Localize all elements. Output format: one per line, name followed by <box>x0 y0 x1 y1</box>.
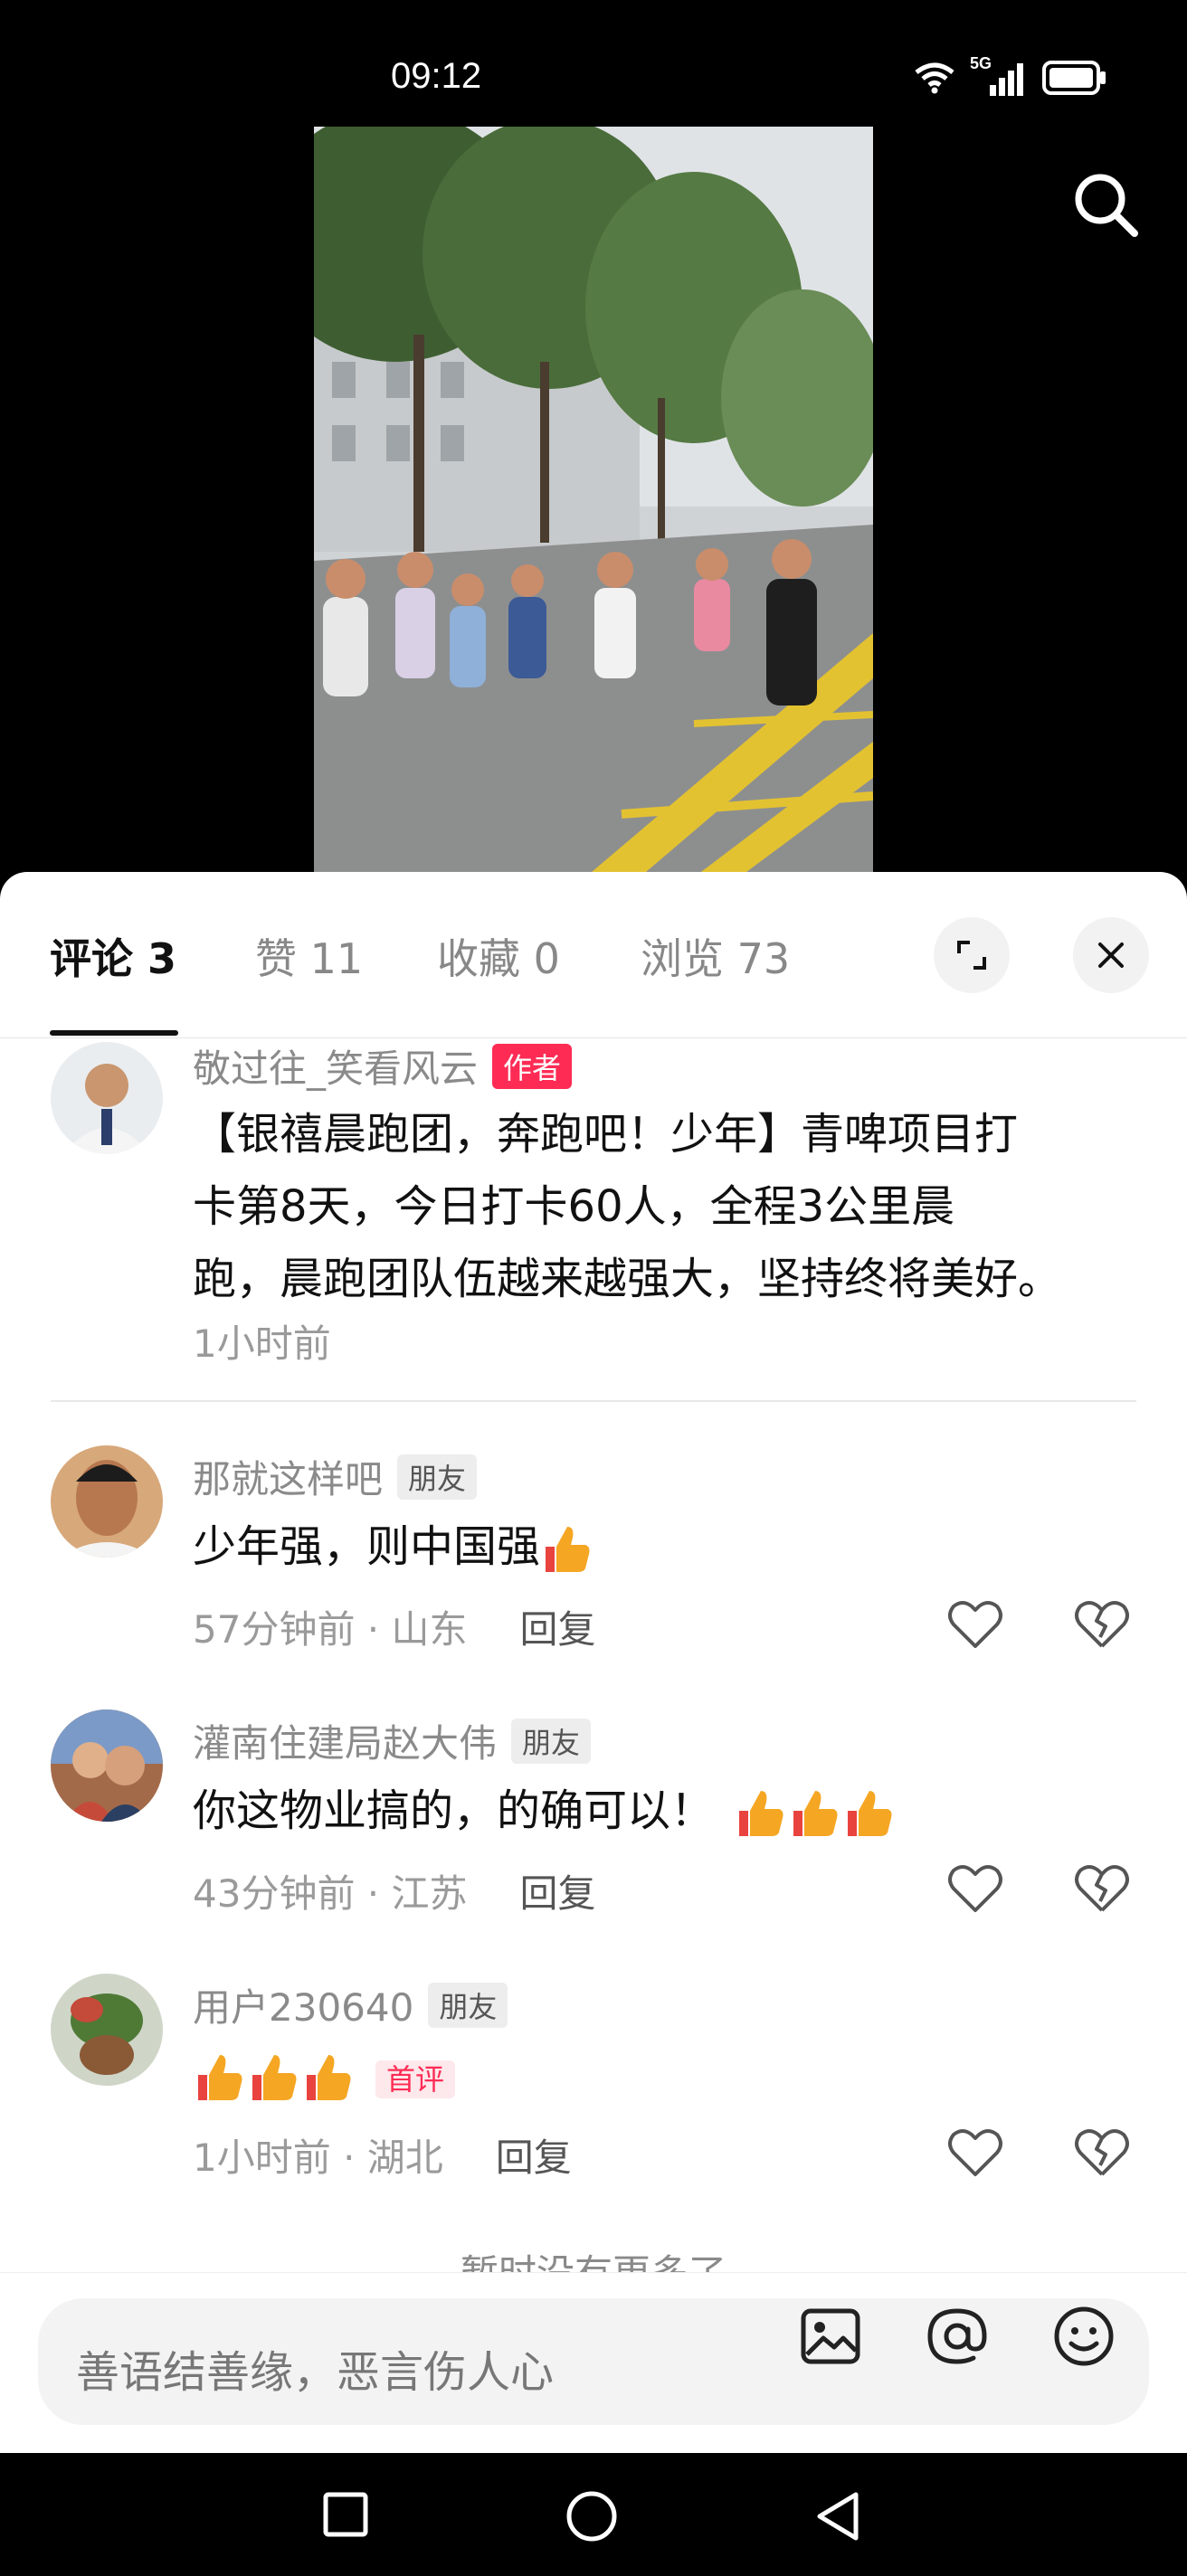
post-time: 1小时前 <box>193 1321 331 1366</box>
system-nav-bar <box>0 2453 1187 2576</box>
comment-text-content: 你这物业搞的，的确可以！ <box>193 1785 715 1836</box>
avatar[interactable] <box>51 1445 163 1558</box>
video-player[interactable] <box>0 127 1187 914</box>
comment-text: 首评 <box>193 2039 456 2116</box>
comment-username[interactable]: 灌南住建局赵大伟 朋友 <box>193 1713 592 1768</box>
battery-icon <box>1042 61 1106 95</box>
comment-username[interactable]: 用户230640 朋友 <box>193 1977 508 2032</box>
back-icon[interactable] <box>812 2489 863 2543</box>
active-tab-indicator <box>50 1030 178 1036</box>
thumbs-up-emoji <box>540 1523 593 1576</box>
first-comment-badge: 首评 <box>375 2060 456 2098</box>
username-text[interactable]: 敬过往_笑看风云 <box>193 1038 478 1094</box>
expand-icon <box>957 941 986 970</box>
status-bar: 09:12 5G <box>0 0 1187 127</box>
tab-favorites[interactable]: 收藏 0 <box>437 926 560 986</box>
close-icon <box>1098 942 1124 968</box>
heart-icon[interactable] <box>946 1597 1004 1652</box>
broken-heart-icon[interactable] <box>1073 1861 1131 1916</box>
close-button[interactable] <box>1073 917 1149 993</box>
author-post-text: 【银禧晨跑团，奔跑吧！少年】青啤项目打 卡第8天，今日打卡60人，全程3公里晨 … <box>193 1098 1061 1315</box>
reply-button[interactable]: 回复 <box>520 1599 596 1654</box>
comment-time: 43分钟前 · 江苏 <box>193 1871 468 1916</box>
wifi-icon <box>915 62 954 94</box>
signal-icon: 5G <box>970 54 1028 96</box>
post-line-2: 卡第8天，今日打卡60人，全程3公里晨 <box>193 1181 955 1232</box>
tab-comments[interactable]: 评论 3 <box>50 926 176 986</box>
divider <box>51 1400 1136 1402</box>
emoji-icon[interactable] <box>1049 2302 1118 2371</box>
comment-username[interactable]: 那就这样吧 朋友 <box>193 1449 478 1504</box>
avatar[interactable] <box>51 1042 163 1154</box>
comment-meta: 43分钟前 · 江苏 回复 <box>193 1863 596 1918</box>
username-text[interactable]: 灌南住建局赵大伟 <box>193 1713 497 1768</box>
author-tag: 作者 <box>492 1043 573 1089</box>
comment-input-bar: 善语结善缘，恶言伤人心 <box>0 2272 1187 2453</box>
comment-time: 57分钟前 · 山东 <box>193 1607 468 1652</box>
avatar[interactable] <box>51 1974 163 2086</box>
mention-icon[interactable] <box>923 2302 992 2371</box>
video-thumbnail <box>314 127 873 877</box>
username-text[interactable]: 用户230640 <box>193 1977 413 2032</box>
friend-tag: 朋友 <box>397 1454 478 1500</box>
tab-likes[interactable]: 赞 11 <box>255 926 363 986</box>
post-line-1: 【银禧晨跑团，奔跑吧！少年】青啤项目打 <box>193 1109 1019 1160</box>
status-icons: 5G <box>914 54 1107 96</box>
comment-text-content: 少年强，则中国强 <box>193 1521 541 1572</box>
input-placeholder: 善语结善缘，恶言伤人心 <box>76 2347 555 2398</box>
network-label: 5G <box>970 54 992 72</box>
image-icon[interactable] <box>796 2302 865 2371</box>
status-time: 09:12 <box>391 56 482 96</box>
post-line-3: 跑，晨跑团队伍越来越强大，坚持终将美好。 <box>193 1254 1062 1304</box>
broken-heart-icon[interactable] <box>1073 2126 1131 2180</box>
friend-tag: 朋友 <box>511 1718 592 1764</box>
username-text[interactable]: 那就这样吧 <box>193 1449 383 1504</box>
comment-username[interactable]: 敬过往_笑看风云 作者 <box>193 1038 573 1094</box>
reply-button[interactable]: 回复 <box>520 1863 596 1918</box>
search-icon[interactable] <box>1069 168 1142 241</box>
comment-meta: 1小时前 · 湖北 回复 <box>193 2127 572 2183</box>
thumbs-up-emoji <box>734 1787 895 1840</box>
friend-tag: 朋友 <box>428 1982 508 2028</box>
heart-icon[interactable] <box>946 1861 1004 1916</box>
home-icon[interactable] <box>565 2489 619 2543</box>
comment-text: 少年强，则中国强 <box>193 1511 593 1583</box>
tab-views[interactable]: 浏览 73 <box>641 926 790 986</box>
comment-meta: 57分钟前 · 山东 回复 <box>193 1599 596 1654</box>
reply-button[interactable]: 回复 <box>496 2127 572 2183</box>
avatar[interactable] <box>51 1709 163 1822</box>
comment-time: 1小时前 · 湖北 <box>193 2136 443 2180</box>
video-frame[interactable] <box>314 127 873 877</box>
heart-icon[interactable] <box>946 2126 1004 2180</box>
tab-bar: 评论 3 赞 11 收藏 0 浏览 73 <box>0 872 1187 1038</box>
thumbs-up-emoji <box>193 2051 354 2104</box>
comment-text: 你这物业搞的，的确可以！ <box>193 1775 895 1847</box>
expand-button[interactable] <box>934 917 1010 993</box>
recent-apps-icon[interactable] <box>322 2491 369 2538</box>
broken-heart-icon[interactable] <box>1073 1597 1131 1652</box>
